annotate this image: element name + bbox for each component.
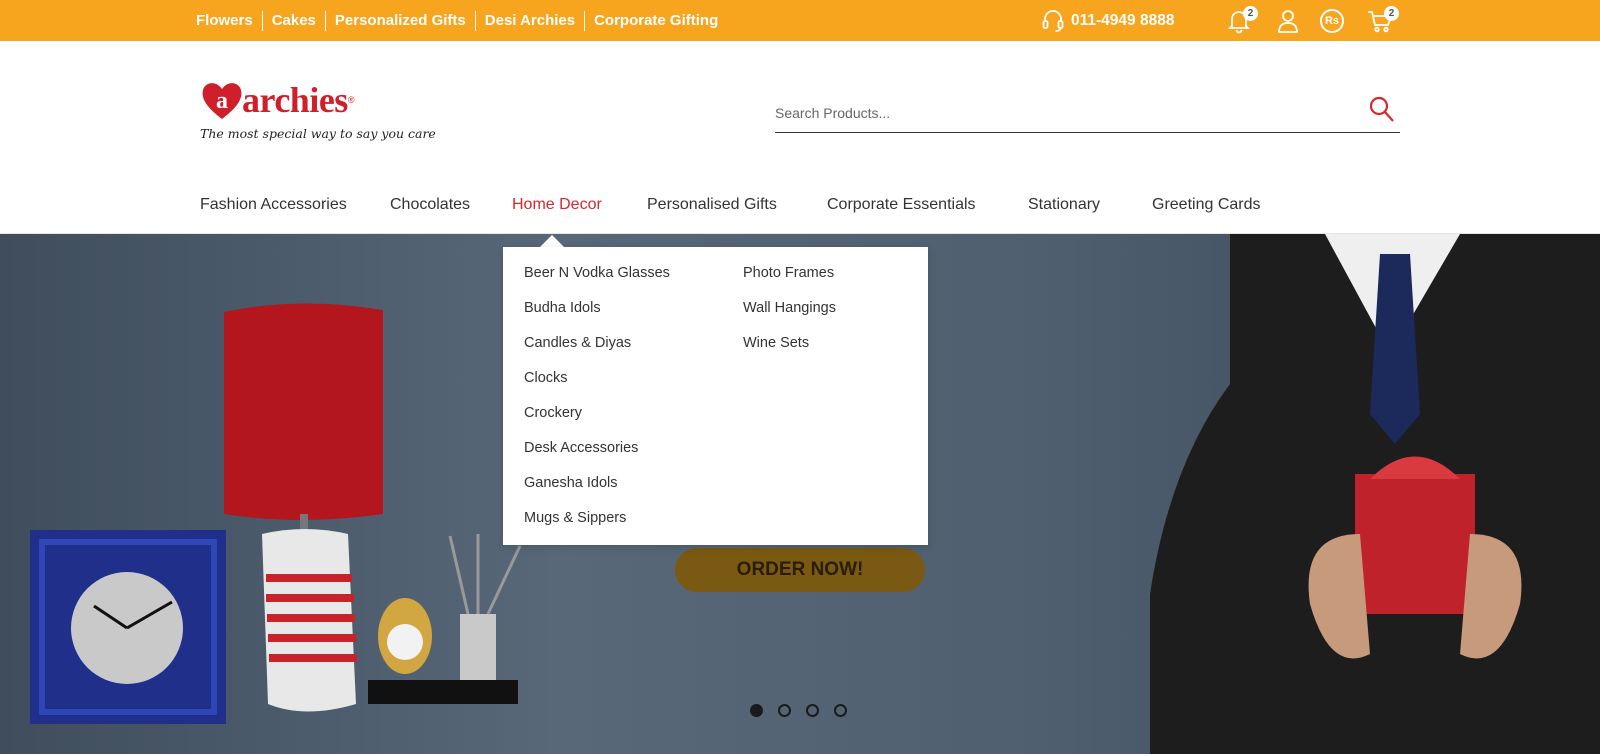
top-links: Flowers Cakes Personalized Gifts Desi Ar… bbox=[196, 0, 727, 41]
logo-registered: ® bbox=[347, 95, 355, 105]
dropdown-item-desk-accessories[interactable]: Desk Accessories bbox=[524, 436, 670, 471]
nav-greeting-cards[interactable]: Greeting Cards bbox=[1152, 190, 1261, 220]
top-link-flowers[interactable]: Flowers bbox=[196, 11, 262, 31]
svg-text:a: a bbox=[216, 88, 228, 114]
search-icon bbox=[1369, 96, 1394, 122]
dropdown-item-wine-sets[interactable]: Wine Sets bbox=[743, 331, 836, 366]
search-input[interactable] bbox=[775, 101, 1335, 125]
slider-dot-1[interactable] bbox=[750, 704, 763, 717]
dropdown-item-crockery[interactable]: Crockery bbox=[524, 401, 670, 436]
top-link-personalized-gifts[interactable]: Personalized Gifts bbox=[324, 10, 475, 31]
dropdown-column-2: Photo Frames Wall Hangings Wine Sets bbox=[743, 261, 836, 366]
account-button[interactable] bbox=[1275, 8, 1301, 34]
archies-logo[interactable]: a archies ® The most special way to say … bbox=[200, 78, 436, 154]
dropdown-item-mugs-sippers[interactable]: Mugs & Sippers bbox=[524, 506, 670, 541]
page: Flowers Cakes Personalized Gifts Desi Ar… bbox=[0, 0, 1600, 754]
currency-icon: Rs bbox=[1320, 9, 1344, 33]
slider-dot-4[interactable] bbox=[834, 704, 847, 717]
top-bar: Flowers Cakes Personalized Gifts Desi Ar… bbox=[0, 0, 1600, 41]
nav-home-decor[interactable]: Home Decor bbox=[512, 190, 602, 220]
home-decor-dropdown: Beer N Vodka Glasses Budha Idols Candles… bbox=[503, 247, 928, 545]
top-link-corporate-gifting[interactable]: Corporate Gifting bbox=[584, 10, 727, 31]
dropdown-item-budha-idols[interactable]: Budha Idols bbox=[524, 296, 670, 331]
slider-dot-3[interactable] bbox=[806, 704, 819, 717]
heart-logo-icon: a bbox=[202, 83, 242, 119]
top-link-cakes[interactable]: Cakes bbox=[261, 10, 325, 31]
nav-chocolates[interactable]: Chocolates bbox=[390, 190, 470, 220]
order-now-button[interactable]: ORDER NOW! bbox=[675, 548, 925, 592]
dropdown-item-ganesha-idols[interactable]: Ganesha Idols bbox=[524, 471, 670, 506]
dropdown-item-photo-frames[interactable]: Photo Frames bbox=[743, 261, 836, 296]
logo-tagline: The most special way to say you care bbox=[200, 126, 436, 141]
notifications-button[interactable]: 2 bbox=[1226, 6, 1258, 34]
nav-corporate-essentials[interactable]: Corporate Essentials bbox=[827, 190, 976, 220]
headset-icon bbox=[1042, 9, 1064, 32]
slider-dots bbox=[750, 704, 862, 717]
dropdown-item-clocks[interactable]: Clocks bbox=[524, 366, 670, 401]
dropdown-item-candles-diyas[interactable]: Candles & Diyas bbox=[524, 331, 670, 366]
dropdown-column-1: Beer N Vodka Glasses Budha Idols Candles… bbox=[524, 261, 670, 541]
nav-fashion-accessories[interactable]: Fashion Accessories bbox=[200, 190, 347, 220]
notification-badge: 2 bbox=[1243, 6, 1258, 21]
phone-number: 011-4949 8888 bbox=[1071, 11, 1175, 29]
dropdown-item-wall-hangings[interactable]: Wall Hangings bbox=[743, 296, 836, 331]
dropdown-item-beer-n-vodka-glasses[interactable]: Beer N Vodka Glasses bbox=[524, 261, 670, 296]
nav-stationary[interactable]: Stationary bbox=[1028, 190, 1100, 220]
search-bar bbox=[775, 89, 1400, 133]
phone-contact[interactable]: 011-4949 8888 bbox=[1042, 0, 1174, 41]
logo-text: archies bbox=[242, 80, 348, 120]
user-icon bbox=[1278, 10, 1298, 33]
slider-dot-2[interactable] bbox=[778, 704, 791, 717]
search-button[interactable] bbox=[1368, 95, 1396, 125]
cart-badge: 2 bbox=[1384, 6, 1399, 21]
dropdown-pointer bbox=[540, 235, 564, 247]
top-link-desi-archies[interactable]: Desi Archies bbox=[474, 10, 584, 31]
logo-wordmark: a archies ® bbox=[200, 78, 354, 122]
currency-button[interactable]: Rs bbox=[1320, 9, 1346, 35]
cart-button[interactable]: 2 bbox=[1367, 6, 1399, 34]
nav-personalised-gifts[interactable]: Personalised Gifts bbox=[647, 190, 777, 220]
